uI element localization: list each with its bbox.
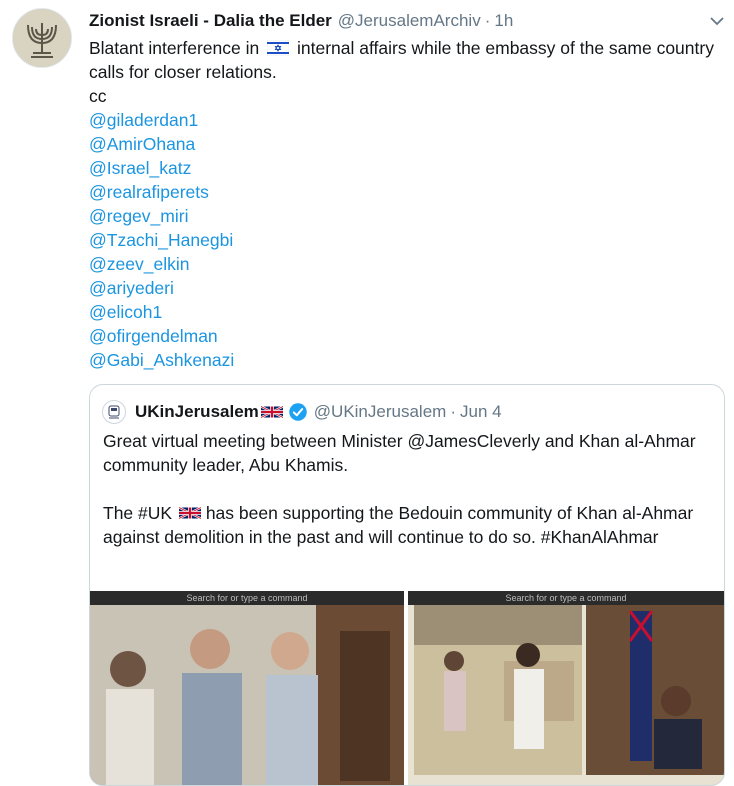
media-photo-2[interactable]: Search for or type a command: [408, 591, 724, 785]
mention-link[interactable]: @zeev_elkin: [89, 252, 725, 276]
media-grid: Search for or type a command Search for …: [90, 591, 724, 785]
author-name[interactable]: Zionist Israeli - Dalia the Elder: [89, 11, 332, 31]
separator-dot: ·: [484, 11, 491, 30]
mention-link[interactable]: @Tzachi_Hanegbi: [89, 228, 725, 252]
mention-link[interactable]: @regev_miri: [89, 204, 725, 228]
mention-link[interactable]: @ofirgendelman: [89, 324, 725, 348]
mention-link[interactable]: @AmirOhana: [89, 132, 725, 156]
quoted-paragraph-2: The #UK has been supporting the Bedouin …: [103, 501, 703, 549]
author-handle[interactable]: @JerusalemArchiv: [338, 11, 481, 31]
media-photo-1[interactable]: Search for or type a command: [90, 591, 404, 785]
quoted-author-handle[interactable]: @UKinJerusalem: [314, 402, 447, 422]
quoted-author-avatar[interactable]: [102, 400, 126, 424]
quoted-author-name[interactable]: UKinJerusalem: [135, 402, 259, 422]
mention-link[interactable]: @elicoh1: [89, 300, 725, 324]
chevron-down-icon[interactable]: [709, 14, 725, 28]
mention-link[interactable]: @Gabi_Ashkenazi: [89, 348, 725, 372]
video-app-search-bar: Search for or type a command: [408, 591, 724, 605]
video-app-search-bar: Search for or type a command: [90, 591, 404, 605]
author-avatar[interactable]: [12, 8, 72, 68]
tweet-text-part1: Blatant interference in: [89, 38, 260, 58]
video-call-photo-1: [90, 591, 404, 785]
uk-flag-icon: [178, 506, 201, 520]
quoted-tweet-header: UKinJerusalem @UKinJerusalem · Jun 4: [102, 399, 502, 425]
menorah-avatar-image: [13, 9, 71, 67]
quoted-tweet[interactable]: UKinJerusalem @UKinJerusalem · Jun 4 Gre…: [89, 384, 725, 786]
mention-link[interactable]: @giladerdan1: [89, 108, 725, 132]
crest-icon: [108, 405, 120, 419]
tweet-time[interactable]: 1h: [494, 11, 513, 31]
tweet-header: Zionist Israeli - Dalia the Elder @Jerus…: [89, 8, 725, 34]
mention-link[interactable]: @realrafiperets: [89, 180, 725, 204]
separator-dot: ·: [450, 402, 456, 421]
uk-flag-icon: [260, 405, 283, 419]
video-call-photo-2: [408, 591, 724, 785]
tweet-text: Blatant interference in internal affairs…: [89, 36, 725, 84]
cc-label: cc: [89, 86, 107, 106]
quoted-tweet-text: Great virtual meeting between Minister @…: [103, 429, 703, 549]
mention-link[interactable]: @Israel_katz: [89, 156, 725, 180]
quoted-paragraph-2-part1: The #UK: [103, 503, 173, 523]
israel-flag-icon: [267, 40, 290, 56]
quoted-paragraph-1: Great virtual meeting between Minister @…: [103, 431, 696, 475]
tweet[interactable]: Zionist Israeli - Dalia the Elder @Jerus…: [89, 8, 725, 372]
verified-badge-icon: [289, 403, 307, 421]
quoted-tweet-date[interactable]: Jun 4: [460, 402, 502, 422]
mention-link[interactable]: @ariyederi: [89, 276, 725, 300]
mention-list: @giladerdan1 @AmirOhana @Israel_katz @re…: [89, 108, 725, 372]
